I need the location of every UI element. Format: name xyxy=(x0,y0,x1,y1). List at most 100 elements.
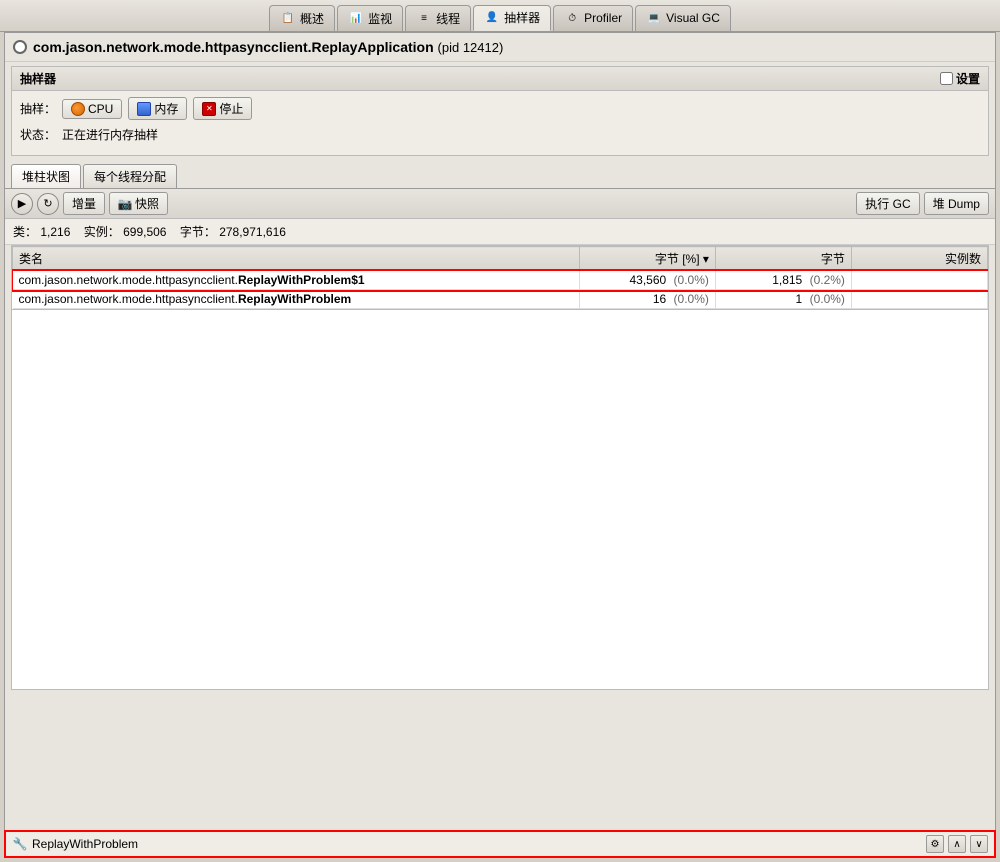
classes-value: 1,216 xyxy=(40,225,70,239)
stats-row: 类： 1,216 实例： 699,506 字节： 278,971,616 xyxy=(5,219,995,245)
toolbar-right: 执行 GC 堆 Dump xyxy=(856,192,989,215)
col-header-bytes[interactable]: 字节 xyxy=(715,247,851,271)
snapshot-button[interactable]: 📷 快照 xyxy=(109,192,168,215)
col-bytes-label: 字节 xyxy=(821,252,845,266)
settings-label: 设置 xyxy=(956,70,980,87)
memory-button[interactable]: 内存 xyxy=(128,97,187,120)
tab-heap-histogram-label: 堆柱状图 xyxy=(22,170,70,184)
table-wrapper: 类名 字节 [%] ▾ 字节 实例数 com.jason.net xyxy=(11,245,989,310)
monitor-icon: 📊 xyxy=(348,10,364,26)
table-row[interactable]: com.jason.network.mode.httpasyncclient.R… xyxy=(13,290,988,309)
col-instances-label: 实例数 xyxy=(945,252,981,266)
gc-button[interactable]: 执行 GC xyxy=(856,192,919,215)
tab-profiler[interactable]: ⏱ Profiler xyxy=(553,5,633,31)
bytes-label: 字节： xyxy=(180,225,216,239)
app-circle-icon xyxy=(13,40,27,54)
increase-label: 增量 xyxy=(72,195,96,212)
row2-bytes-pct-val: 16 xyxy=(653,292,666,306)
col-header-instances[interactable]: 实例数 xyxy=(851,247,987,271)
sampler-section: 抽样器 设置 抽样： CPU 内存 ✕ 停止 xyxy=(11,66,989,156)
visual-gc-icon: 💻 xyxy=(646,10,662,26)
col-bytes-pct-label: 字节 [%] ▾ xyxy=(655,252,709,266)
stop-icon: ✕ xyxy=(202,102,216,116)
row2-bytes-pct2: (0.0%) xyxy=(810,292,845,306)
tab-sampler-label: 抽样器 xyxy=(504,9,540,26)
status-row: 状态： 正在进行内存抽样 xyxy=(20,126,980,143)
row2-bytes: 1 (0.0%) xyxy=(715,290,851,309)
tab-per-thread-label: 每个线程分配 xyxy=(94,170,166,184)
tab-monitor[interactable]: 📊 监视 xyxy=(337,5,403,31)
row1-name-prefix: com.jason.network.mode.httpasyncclient. xyxy=(19,273,238,287)
bottom-bar: 🔧 ReplayWithProblem ⚙ ∧ ∨ xyxy=(4,830,996,858)
arrow-up-button[interactable]: ∧ xyxy=(948,835,966,853)
row1-name-bold: ReplayWithProblem$1 xyxy=(238,273,365,287)
tab-profiler-label: Profiler xyxy=(584,11,622,25)
row1-bytes-val: 1,815 xyxy=(772,273,802,287)
table-row[interactable]: com.jason.network.mode.httpasyncclient.R… xyxy=(13,271,988,290)
refresh-button[interactable]: ↻ xyxy=(37,193,59,215)
tab-per-thread[interactable]: 每个线程分配 xyxy=(83,164,177,188)
col-header-name[interactable]: 类名 xyxy=(13,247,580,271)
settings-check[interactable] xyxy=(940,72,953,85)
tab-heap-histogram[interactable]: 堆柱状图 xyxy=(11,164,81,188)
settings-small-button[interactable]: ⚙ xyxy=(926,835,944,853)
row2-bytes-pct: 16 (0.0%) xyxy=(579,290,715,309)
sampling-label: 抽样： xyxy=(20,100,56,117)
row1-name: com.jason.network.mode.httpasyncclient.R… xyxy=(13,271,580,290)
tab-bar: 📋 概述 📊 监视 ≡ 线程 👤 抽样器 ⏱ Profiler 💻 Visual… xyxy=(0,0,1000,32)
cpu-icon xyxy=(71,102,85,116)
play-button[interactable]: ▶ xyxy=(11,193,33,215)
bytes-value: 278,971,616 xyxy=(219,225,286,239)
row2-bytes-val: 1 xyxy=(796,292,803,306)
data-table: 类名 字节 [%] ▾ 字节 实例数 com.jason.net xyxy=(12,246,988,309)
title-bar: com.jason.network.mode.httpasyncclient.R… xyxy=(5,33,995,62)
memory-btn-label: 内存 xyxy=(154,100,178,117)
snapshot-label: 快照 xyxy=(135,195,159,212)
tab-threads[interactable]: ≡ 线程 xyxy=(405,5,471,31)
status-label: 状态： xyxy=(20,126,56,143)
sampler-body: 抽样： CPU 内存 ✕ 停止 状态： 正在进行内存抽样 xyxy=(12,91,988,155)
arrow-down-button[interactable]: ∨ xyxy=(970,835,988,853)
tab-monitor-label: 监视 xyxy=(368,10,392,27)
row2-bytes-pct-pct: (0.0%) xyxy=(674,292,709,306)
row2-name-prefix: com.jason.network.mode.httpasyncclient. xyxy=(19,292,238,306)
main-content: com.jason.network.mode.httpasyncclient.R… xyxy=(4,32,996,858)
empty-area xyxy=(11,310,989,690)
cpu-btn-label: CPU xyxy=(88,102,113,116)
tab-visual-gc-label: Visual GC xyxy=(666,11,720,25)
classes-label: 类： xyxy=(13,225,37,239)
row1-bytes-pct-pct: (0.0%) xyxy=(674,273,709,287)
row1-bytes-pct-val: 43,560 xyxy=(630,273,667,287)
app-pid: (pid 12412) xyxy=(438,40,504,55)
tab-visual-gc[interactable]: 💻 Visual GC xyxy=(635,5,731,31)
row1-instances xyxy=(851,271,987,290)
memory-icon xyxy=(137,102,151,116)
sampler-icon: 👤 xyxy=(484,10,500,26)
instances-value: 699,506 xyxy=(123,225,166,239)
gc-label: 执行 GC xyxy=(865,195,910,212)
settings-checkbox[interactable]: 设置 xyxy=(940,70,980,87)
profiler-icon: ⏱ xyxy=(564,10,580,26)
snapshot-icon: 📷 xyxy=(118,197,132,211)
toolbar: ▶ ↻ 增量 📷 快照 执行 GC 堆 Dump xyxy=(5,189,995,219)
stop-button[interactable]: ✕ 停止 xyxy=(193,97,252,120)
app-title: com.jason.network.mode.httpasyncclient.R… xyxy=(33,39,503,55)
col-name-label: 类名 xyxy=(19,252,43,266)
overview-icon: 📋 xyxy=(280,10,296,26)
row1-bytes: 1,815 (0.2%) xyxy=(715,271,851,290)
col-header-bytes-pct[interactable]: 字节 [%] ▾ xyxy=(579,247,715,271)
heap-dump-button[interactable]: 堆 Dump xyxy=(924,192,989,215)
threads-icon: ≡ xyxy=(416,10,432,26)
bottom-label: ReplayWithProblem xyxy=(32,837,138,851)
row2-name: com.jason.network.mode.httpasyncclient.R… xyxy=(13,290,580,309)
increase-button[interactable]: 增量 xyxy=(63,192,105,215)
instances-label: 实例： xyxy=(84,225,120,239)
cpu-button[interactable]: CPU xyxy=(62,99,122,119)
sampling-row: 抽样： CPU 内存 ✕ 停止 xyxy=(20,97,980,120)
inner-tabs: 堆柱状图 每个线程分配 xyxy=(5,160,995,189)
tab-overview[interactable]: 📋 概述 xyxy=(269,5,335,31)
tab-sampler[interactable]: 👤 抽样器 xyxy=(473,5,551,31)
row1-bytes-pct: 43,560 (0.0%) xyxy=(579,271,715,290)
tab-overview-label: 概述 xyxy=(300,10,324,27)
status-value: 正在进行内存抽样 xyxy=(62,126,158,143)
